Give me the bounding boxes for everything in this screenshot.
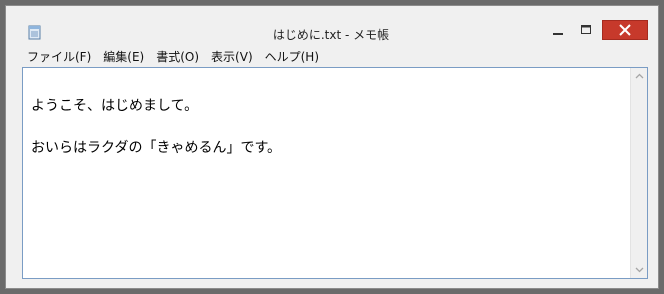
text-editor[interactable]: ようこそ、はじめまして。 おいらはラクダの「きゃめるん」です。 [22, 67, 648, 279]
vertical-scrollbar[interactable] [630, 68, 647, 278]
title-bar[interactable]: はじめに.txt - メモ帳 [6, 6, 658, 44]
maximize-button[interactable] [574, 20, 598, 40]
scroll-down-arrow-icon[interactable] [631, 262, 647, 278]
menu-format[interactable]: 書式(O) [151, 47, 204, 66]
minimize-icon [553, 33, 563, 35]
notepad-icon[interactable] [28, 24, 42, 40]
minimize-button[interactable] [546, 20, 570, 40]
editor-content[interactable]: ようこそ、はじめまして。 おいらはラクダの「きゃめるん」です。 [31, 71, 621, 183]
notepad-window: はじめに.txt - メモ帳 ファイル(F) 編集(E) 書式(O) 表示(V)… [5, 5, 659, 289]
editor-line: おいらはラクダの「きゃめるん」です。 [31, 140, 282, 156]
scroll-up-arrow-icon[interactable] [631, 68, 647, 84]
menu-bar: ファイル(F) 編集(E) 書式(O) 表示(V) ヘルプ(H) [22, 46, 642, 66]
menu-file[interactable]: ファイル(F) [22, 47, 96, 66]
window-title: はじめに.txt - メモ帳 [272, 28, 390, 42]
menu-help[interactable]: ヘルプ(H) [260, 47, 324, 66]
editor-line: ようこそ、はじめまして。 [31, 98, 199, 114]
maximize-icon [581, 25, 591, 34]
close-icon [619, 24, 631, 36]
menu-view[interactable]: 表示(V) [206, 47, 258, 66]
close-button[interactable] [602, 20, 648, 40]
menu-edit[interactable]: 編集(E) [98, 47, 149, 66]
